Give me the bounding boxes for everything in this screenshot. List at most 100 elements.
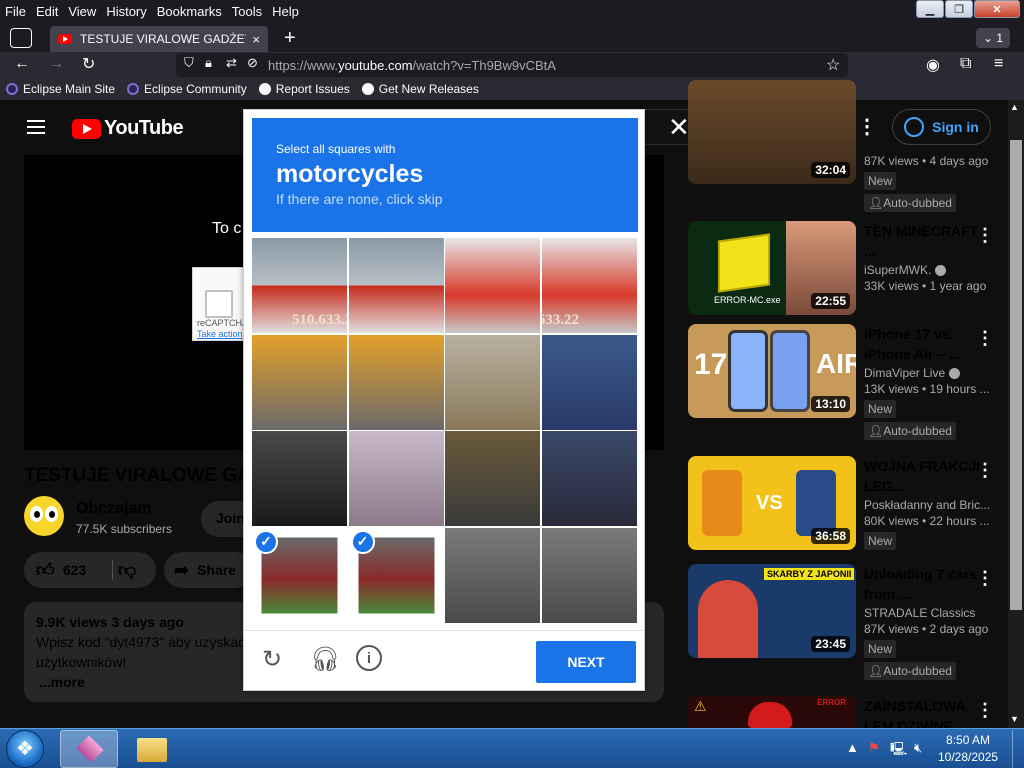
tab-close-icon[interactable]: × xyxy=(252,32,260,47)
close-window-button[interactable]: ✕ xyxy=(974,0,1020,18)
captcha-tile[interactable] xyxy=(541,334,637,430)
video-options-icon[interactable]: ⋮ xyxy=(976,225,994,246)
captcha-tile[interactable] xyxy=(541,431,637,526)
menu-file[interactable]: File xyxy=(0,4,31,19)
bookmark-get-new-releases[interactable]: Get New Releases xyxy=(361,82,479,96)
thumbs-down-icon[interactable]: 👎︎ xyxy=(118,559,136,581)
bookmark-eclipse-main[interactable]: Eclipse Main Site xyxy=(6,82,115,96)
autoplay-blocked-icon[interactable]: ⊘ xyxy=(247,55,258,71)
menu-view[interactable]: View xyxy=(63,4,101,19)
related-video[interactable]: 32:04 87K views • 4 days ago New 👤︎Auto-… xyxy=(688,80,1004,212)
show-desktop-button[interactable] xyxy=(1012,730,1024,768)
info-icon[interactable]: i xyxy=(356,645,382,671)
video-options-icon[interactable]: ⋮ xyxy=(976,568,994,589)
recaptcha-take-action-link[interactable]: Take action xyxy=(197,329,243,339)
video-title[interactable]: Unloading 7 cars from ... xyxy=(864,564,990,604)
tab-overview-icon[interactable] xyxy=(10,28,32,48)
related-video[interactable]: ERROR-MC.exe 22:55 TEN MINECRAFT ... iSu… xyxy=(688,221,1004,321)
video-options-icon[interactable]: ⋮ xyxy=(976,460,994,481)
channel-avatar[interactable] xyxy=(24,496,64,536)
back-arrow-icon[interactable]: ← xyxy=(14,55,30,73)
captcha-tile[interactable]: 510.633.22 xyxy=(252,238,347,333)
captcha-tile[interactable]: ✓ xyxy=(252,528,347,623)
youtube-logo[interactable]: YouTube xyxy=(72,117,184,140)
menu-tools[interactable]: Tools xyxy=(227,4,267,19)
app-menu-icon[interactable]: ≡ xyxy=(994,55,1003,73)
taskbar-clock[interactable]: 8:50 AM 10/28/2025 xyxy=(938,732,998,766)
captcha-tile[interactable] xyxy=(445,527,540,623)
video-thumbnail[interactable]: VS 36:58 xyxy=(688,456,856,550)
maximize-button[interactable]: ❐ xyxy=(945,0,973,18)
captcha-tile[interactable] xyxy=(348,238,444,333)
related-video[interactable]: SKARBY Z JAPONII 23:45 Unloading 7 cars … xyxy=(688,564,1004,689)
captcha-tile[interactable] xyxy=(541,527,637,623)
bookmark-report-issues[interactable]: Report Issues xyxy=(258,82,350,96)
menu-help[interactable]: Help xyxy=(267,4,304,19)
clear-search-icon[interactable]: ✕ xyxy=(668,112,690,143)
video-title[interactable]: iPhone 17 vs. iPhone Air – ... xyxy=(864,324,990,364)
video-title[interactable]: ZAINSTALOWA ŁEM DZIWNE ... xyxy=(864,696,990,728)
video-channel[interactable]: Poskładanny and Bric... xyxy=(864,498,990,512)
like-button[interactable]: 👍︎ 623 👎︎ xyxy=(24,552,156,588)
bookmark-star-icon[interactable]: ☆ xyxy=(826,55,840,75)
shield-icon[interactable]: ⛉ xyxy=(184,55,194,71)
hamburger-menu-icon[interactable] xyxy=(27,116,45,138)
recaptcha-checkbox[interactable] xyxy=(205,290,233,318)
captcha-tile[interactable] xyxy=(252,431,347,526)
video-channel[interactable]: DimaViper Live xyxy=(864,366,990,380)
menu-edit[interactable]: Edit xyxy=(31,4,63,19)
related-video[interactable]: ⚠ ERROR ZAINSTALOWA ŁEM DZIWNE ... ⋮ xyxy=(688,696,1004,728)
new-badge: New xyxy=(864,532,897,550)
video-thumbnail[interactable]: 32:04 xyxy=(688,80,856,184)
account-icon[interactable]: ◉ xyxy=(926,55,940,75)
menu-bookmarks[interactable]: Bookmarks xyxy=(152,4,227,19)
minimize-button[interactable]: ▁ xyxy=(916,0,944,18)
reload-challenge-icon[interactable]: ↻ xyxy=(262,645,282,674)
show-hidden-icons-icon[interactable]: ▲ xyxy=(846,740,859,755)
bookmark-eclipse-community[interactable]: Eclipse Community xyxy=(127,82,247,96)
start-button[interactable] xyxy=(6,730,44,768)
url-bar[interactable]: https://www. youtube.com/watch?v=Th9Bw9vC… xyxy=(176,53,848,77)
new-tab-icon[interactable]: + xyxy=(284,27,296,50)
captcha-tile[interactable] xyxy=(348,334,444,430)
lock-icon[interactable]: 🔒︎ xyxy=(205,55,212,71)
permissions-icon[interactable]: ⇄ xyxy=(226,55,237,71)
video-thumbnail[interactable]: 17 AIR 13:10 xyxy=(688,324,856,418)
video-title[interactable]: WOJNA FRAKCJI LEG... xyxy=(864,456,990,496)
captcha-tile[interactable] xyxy=(445,334,540,430)
captcha-tile[interactable]: ✓ xyxy=(349,528,444,623)
tab-list-button[interactable]: ⌄ 1 xyxy=(976,28,1010,48)
forward-arrow-icon[interactable]: → xyxy=(48,55,64,73)
video-title[interactable]: TEN MINECRAFT ... xyxy=(864,221,990,261)
scrollbar-thumb[interactable] xyxy=(1010,140,1022,610)
browser-tab[interactable]: TESTUJE VIRALOWE GADŻETY D × xyxy=(50,26,268,52)
channel-name[interactable]: Obczajam xyxy=(76,500,152,518)
video-channel[interactable]: STRADALE Classics xyxy=(864,606,990,620)
menu-history[interactable]: History xyxy=(101,4,151,19)
video-options-icon[interactable]: ⋮ xyxy=(976,700,994,721)
video-thumbnail[interactable]: ERROR-MC.exe 22:55 xyxy=(688,221,856,315)
captcha-tile[interactable] xyxy=(252,334,347,430)
audio-challenge-icon[interactable]: 🎧︎ xyxy=(310,645,340,674)
related-video[interactable]: 17 AIR 13:10 iPhone 17 vs. iPhone Air – … xyxy=(688,324,1004,449)
video-thumbnail[interactable]: ⚠ ERROR xyxy=(688,696,856,728)
scroll-up-icon[interactable]: ▲ xyxy=(1010,102,1019,112)
volume-muted-icon[interactable]: 🔇︎ xyxy=(914,740,922,756)
taskbar-app-explorer[interactable] xyxy=(122,730,180,768)
captcha-tile[interactable] xyxy=(348,431,444,526)
captcha-tile[interactable]: 510.633.22 xyxy=(541,238,637,333)
scroll-down-icon[interactable]: ▼ xyxy=(1010,714,1019,724)
taskbar-app-browser[interactable] xyxy=(60,730,118,768)
video-channel[interactable]: iSuperMWK. xyxy=(864,263,990,277)
video-options-icon[interactable]: ⋮ xyxy=(976,328,994,349)
action-center-icon[interactable]: ⚑ xyxy=(868,740,880,756)
extensions-icon[interactable]: ⧉ xyxy=(960,55,971,73)
next-button[interactable]: NEXT xyxy=(536,641,636,683)
video-thumbnail[interactable]: SKARBY Z JAPONII 23:45 xyxy=(688,564,856,658)
share-button[interactable]: ➦ Share xyxy=(164,552,254,588)
captcha-tile[interactable] xyxy=(445,238,540,333)
captcha-tile[interactable] xyxy=(445,431,540,526)
reload-icon[interactable]: ↻ xyxy=(82,54,95,74)
related-video[interactable]: VS 36:58 WOJNA FRAKCJI LEG... Poskładann… xyxy=(688,456,1004,556)
network-icon[interactable]: 🖳︎ xyxy=(890,740,907,762)
